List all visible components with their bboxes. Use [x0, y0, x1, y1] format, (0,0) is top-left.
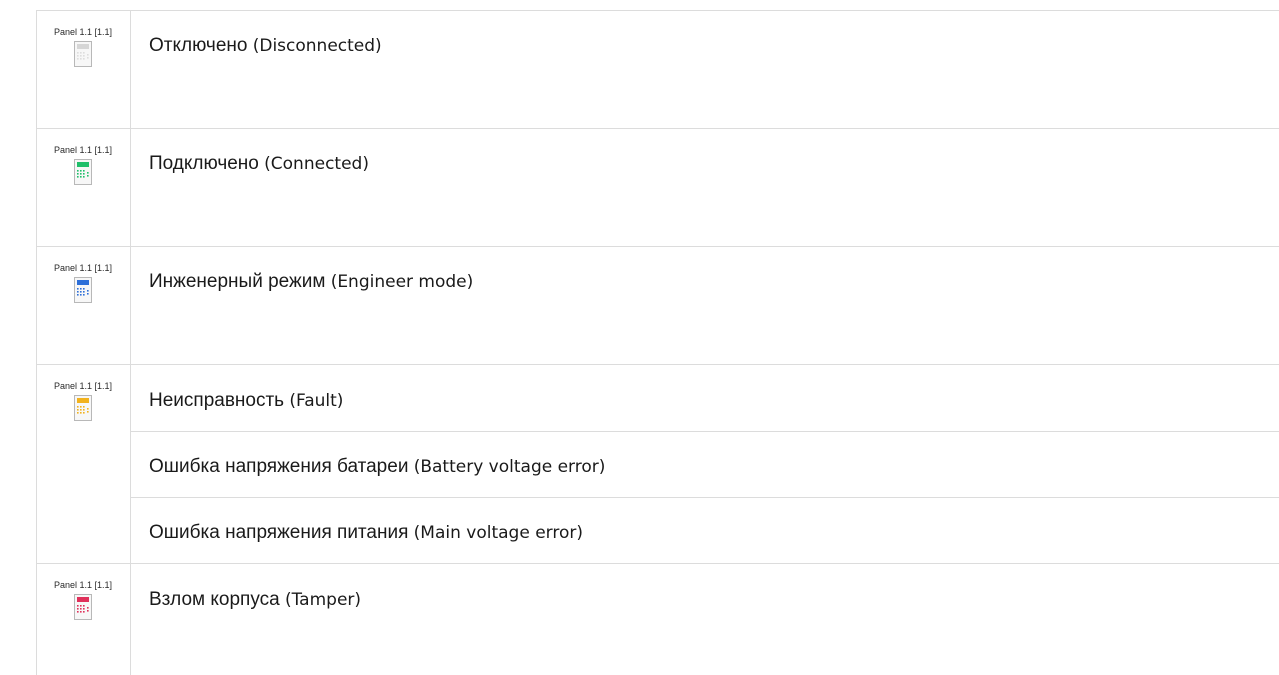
state-text: Неисправность (Fault) [149, 390, 344, 411]
panel-fault-icon [74, 395, 92, 421]
panel-disconnected-icon [74, 41, 92, 67]
table-row-icon-cell: Panel 1.1 [1.1] [36, 246, 130, 303]
row-divider [36, 10, 1279, 11]
state-text: Взлом корпуса (Tamper) [149, 589, 362, 610]
panel-connected-icon [74, 159, 92, 185]
panel-label: Panel 1.1 [1.1] [53, 263, 113, 273]
panel-label: Panel 1.1 [1.1] [53, 27, 113, 37]
table-row-icon-cell: Panel 1.1 [1.1] [36, 563, 130, 620]
state-text: Отключено (Disconnected) [149, 35, 382, 56]
table-row-icon-cell: Panel 1.1 [1.1] [36, 10, 130, 67]
panel-label: Panel 1.1 [1.1] [53, 381, 113, 391]
panel-tamper-icon [74, 594, 92, 620]
state-text: Ошибка напряжения батареи (Battery volta… [149, 456, 606, 477]
sub-row-divider [131, 431, 1279, 432]
row-divider [36, 563, 1279, 564]
panel-label: Panel 1.1 [1.1] [53, 145, 113, 155]
panel-label: Panel 1.1 [1.1] [53, 580, 113, 590]
row-divider [36, 246, 1279, 247]
state-text: Ошибка напряжения питания (Main voltage … [149, 522, 583, 543]
sub-row-divider [131, 497, 1279, 498]
column-divider [130, 10, 131, 675]
table-row-icon-cell: Panel 1.1 [1.1] [36, 364, 130, 421]
row-divider [36, 128, 1279, 129]
row-divider [36, 364, 1279, 365]
panel-engineer-mode-icon [74, 277, 92, 303]
table-row-icon-cell: Panel 1.1 [1.1] [36, 128, 130, 185]
state-text: Инженерный режим (Engineer mode) [149, 271, 474, 292]
state-text: Подключено (Connected) [149, 153, 369, 174]
